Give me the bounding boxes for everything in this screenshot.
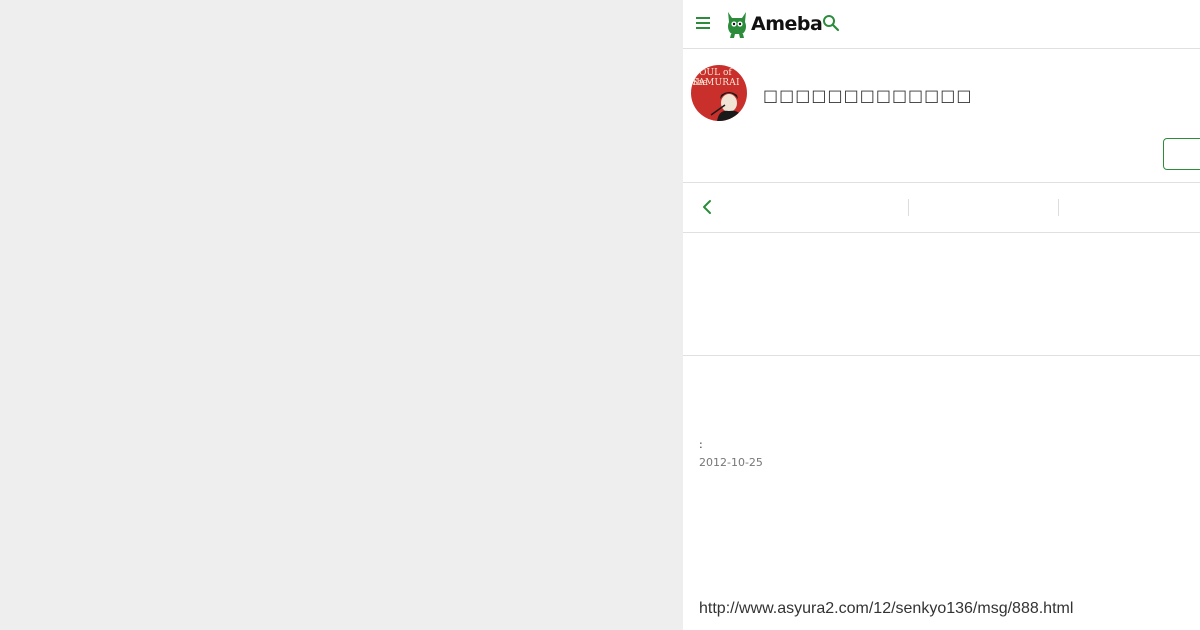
blog-title[interactable]: □□□□□□□□□□□□□ bbox=[763, 86, 973, 105]
samurai-illustration-icon bbox=[710, 92, 743, 121]
search-icon[interactable] bbox=[822, 14, 840, 32]
blog-profile: SOUL of the SAMURAI □□□□□□□□□□□□□ bbox=[683, 49, 1200, 183]
follow-button[interactable] bbox=[1163, 138, 1200, 170]
hamburger-menu-icon[interactable] bbox=[696, 17, 710, 29]
ameba-mascot-icon bbox=[728, 12, 746, 38]
blog-panel: Ameba SOUL of the SAMURAI □□□□□□□□□□□□□ bbox=[683, 0, 1200, 630]
entry-body-link[interactable]: http://www.asyura2.com/12/senkyo136/msg/… bbox=[699, 600, 1073, 618]
entry-theme[interactable]: : bbox=[699, 438, 703, 451]
nav-divider bbox=[1058, 199, 1059, 216]
avatar[interactable]: SOUL of the SAMURAI bbox=[691, 65, 747, 121]
chevron-left-icon[interactable] bbox=[701, 199, 713, 215]
entry-date: 2012-10-25 bbox=[699, 456, 763, 469]
ad-area bbox=[683, 233, 1200, 356]
top-header: Ameba bbox=[683, 0, 1200, 49]
ameba-logo[interactable]: Ameba bbox=[725, 10, 823, 38]
logo-text: Ameba bbox=[751, 13, 823, 35]
nav-divider bbox=[908, 199, 909, 216]
entry-navigation bbox=[683, 183, 1200, 233]
